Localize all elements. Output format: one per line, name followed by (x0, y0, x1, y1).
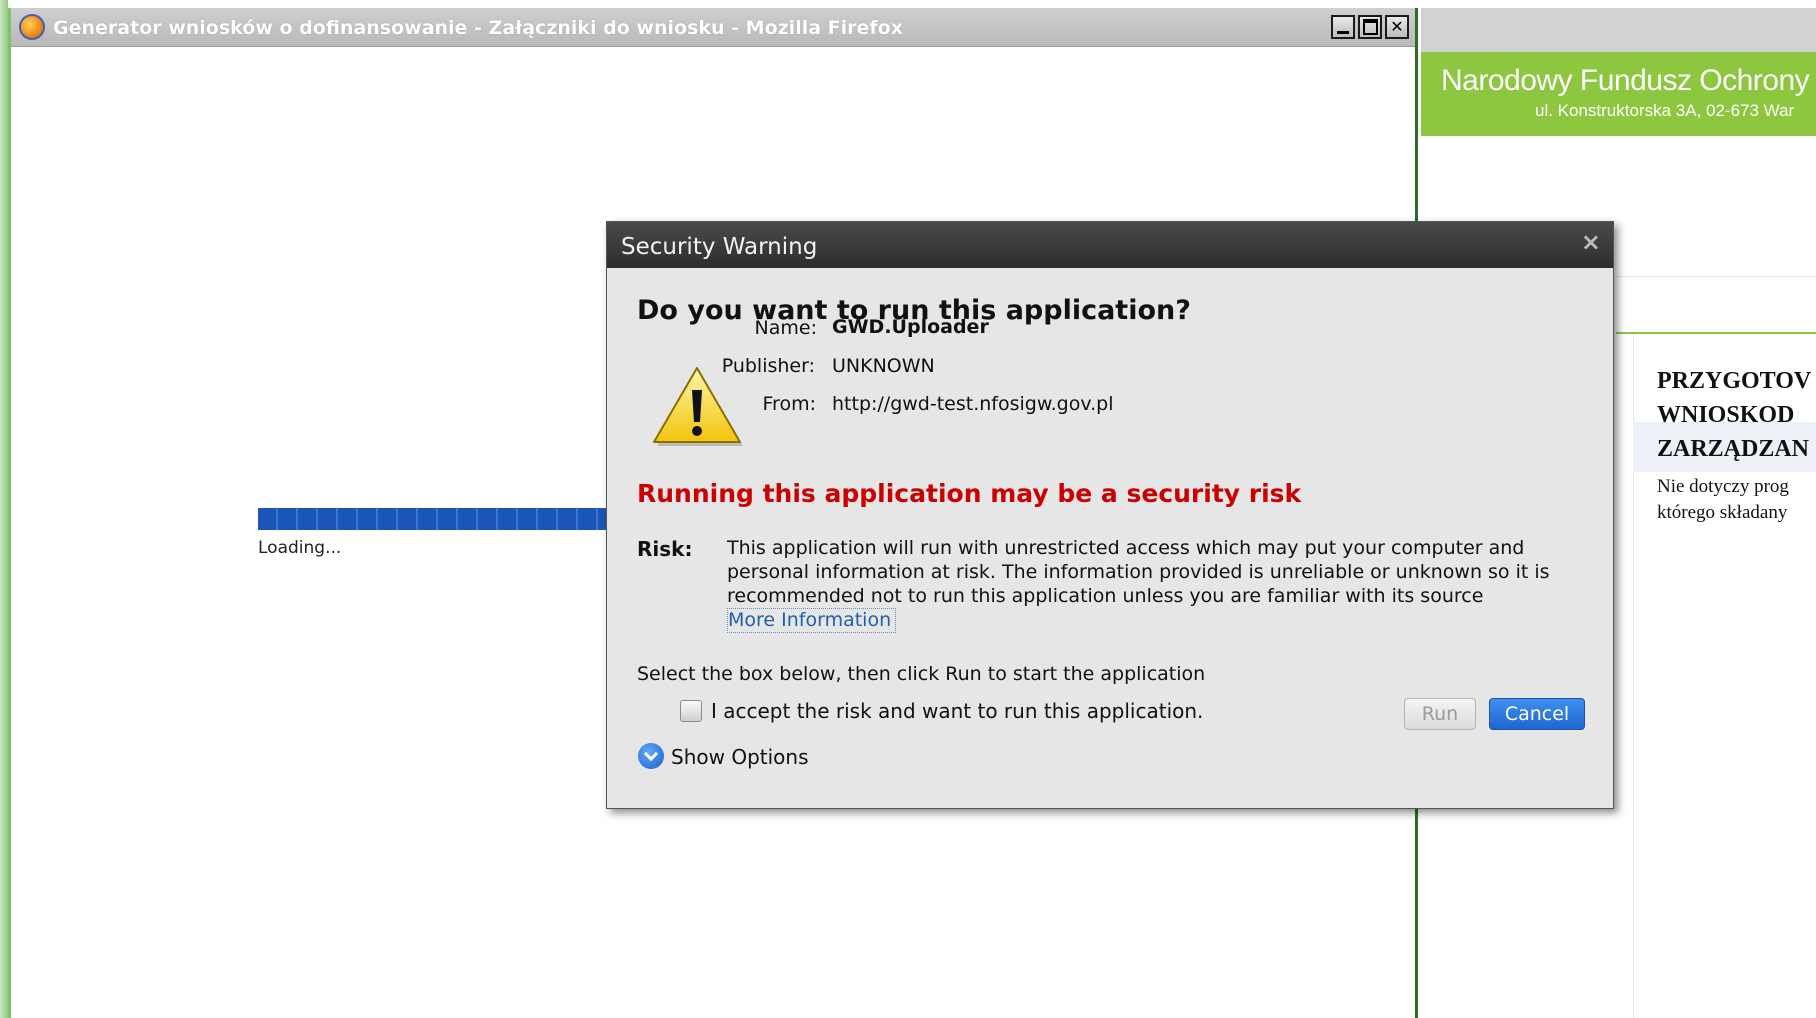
website-description: Nie dotyczy prog którego składany (1657, 474, 1789, 526)
maximize-icon[interactable] (1358, 15, 1382, 39)
accept-risk-checkbox[interactable] (680, 700, 702, 722)
risk-label: Risk: (637, 537, 693, 561)
window-titlebar[interactable]: Generator wniosków o dofinansowanie - Za… (11, 8, 1415, 47)
website-description-line: którego składany (1657, 502, 1788, 523)
website-top-strip (1421, 8, 1816, 52)
instruction-text: Select the box below, then click Run to … (637, 663, 1206, 685)
organization-name: Narodowy Fundusz Ochrony Ś (1441, 64, 1816, 97)
window-controls: ✕ (1331, 15, 1409, 39)
minimize-icon[interactable] (1331, 15, 1355, 39)
risk-description: This application will run with unrestric… (727, 537, 1550, 607)
dialog-close-icon[interactable]: × (1581, 228, 1601, 256)
publisher-value: UNKNOWN (832, 355, 935, 377)
accept-risk-label[interactable]: I accept the risk and want to run this a… (711, 699, 1203, 723)
firefox-icon (19, 14, 45, 40)
name-value: GWD.Uploader (832, 316, 989, 338)
name-label: Name: (754, 317, 817, 339)
website-heading: PRZYGOTOV WNIOSKOD ZARZĄDZAN (1657, 364, 1811, 466)
from-value: http://gwd-test.nfosigw.gov.pl (832, 393, 1114, 415)
website-banner: Narodowy Fundusz Ochrony Ś ul. Konstrukt… (1421, 52, 1816, 136)
website-heading-line: ZARZĄDZAN (1657, 436, 1810, 462)
dialog-titlebar[interactable]: Security Warning × (607, 222, 1613, 268)
risk-headline: Running this application may be a securi… (637, 479, 1302, 508)
show-options-toggle[interactable]: Show Options (671, 745, 809, 769)
cancel-button[interactable]: Cancel (1489, 698, 1585, 730)
website-description-line: Nie dotyczy prog (1657, 476, 1789, 497)
close-icon[interactable]: ✕ (1385, 15, 1409, 39)
website-heading-line: WNIOSKOD (1657, 402, 1795, 428)
desktop-edge (0, 0, 8, 1018)
run-button[interactable]: Run (1404, 698, 1476, 730)
website-divider (1616, 276, 1816, 277)
more-information-link[interactable]: More Information (727, 608, 897, 633)
window-title: Generator wniosków o dofinansowanie - Za… (53, 17, 903, 39)
organization-address: ul. Konstruktorska 3A, 02-673 War (1535, 101, 1795, 120)
security-warning-dialog: Security Warning × Do you want to run th… (606, 221, 1614, 809)
website-heading-line: PRZYGOTOV (1657, 368, 1812, 394)
website-green-divider (1616, 332, 1816, 334)
publisher-label: Publisher: (721, 355, 815, 377)
chevron-down-icon[interactable] (638, 743, 664, 769)
loading-progress-bar (258, 508, 618, 530)
from-label: From: (762, 393, 816, 415)
loading-text: Loading... (258, 538, 342, 558)
dialog-title: Security Warning (621, 234, 818, 260)
